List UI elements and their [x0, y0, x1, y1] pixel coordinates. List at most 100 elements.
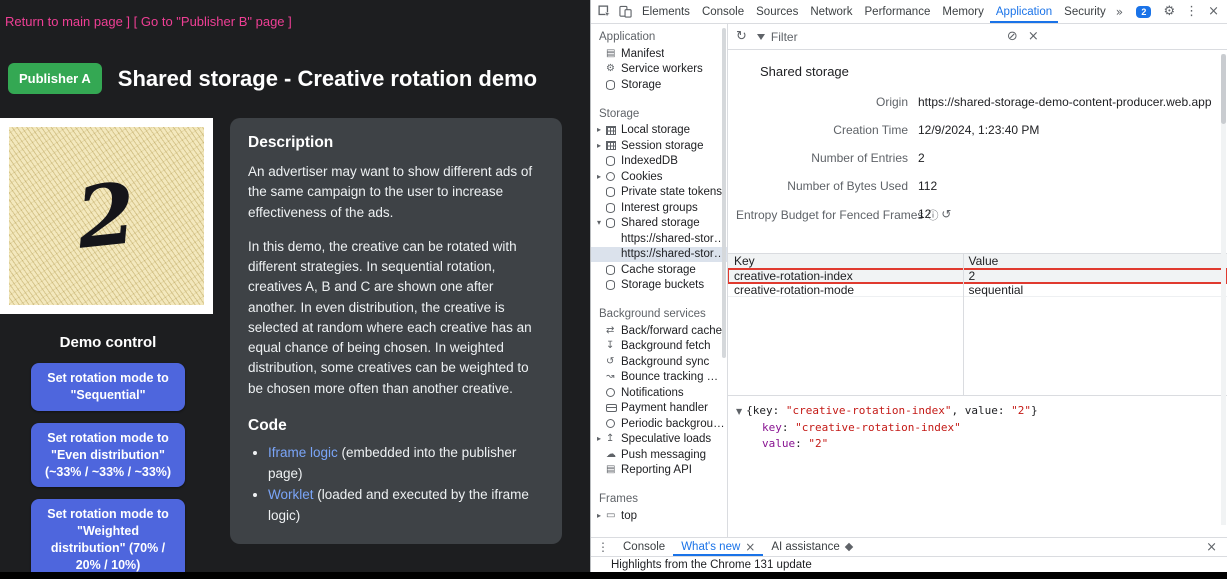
sidebar-item-background-sync[interactable]: ↺ Background sync: [591, 354, 727, 370]
tab-sources[interactable]: Sources: [750, 0, 804, 23]
expander-icon[interactable]: ▸: [597, 142, 606, 150]
sidebar-item-interest-groups[interactable]: Interest groups: [591, 200, 727, 216]
database-icon: [606, 187, 621, 197]
issues-count-badge[interactable]: 2: [1136, 6, 1151, 18]
drawer-tab-console[interactable]: Console: [615, 538, 673, 556]
column-header-value[interactable]: Value: [963, 254, 1227, 268]
iframe-logic-link[interactable]: Iframe logic: [268, 445, 338, 460]
sidebar-item-local-storage[interactable]: ▸ Local storage: [591, 123, 727, 139]
set-weighted-distribution-button[interactable]: Set rotation mode to "Weighted distribut…: [31, 499, 185, 572]
sidebar-item-payment-handler[interactable]: Payment handler: [591, 401, 727, 417]
sidebar-item-shared-storage[interactable]: ▾ Shared storage: [591, 216, 727, 232]
storage-items-table: Key Value creative-rotation-index 2 crea…: [728, 253, 1227, 395]
set-even-distribution-button[interactable]: Set rotation mode to "Even distribution"…: [31, 423, 185, 488]
sidebar-item-storage-buckets[interactable]: Storage buckets: [591, 278, 727, 294]
sidebar-scrollbar[interactable]: [722, 28, 726, 358]
database-icon: [606, 280, 621, 290]
table-header: Key Value: [728, 254, 1227, 269]
filter-input[interactable]: Filter: [757, 30, 997, 44]
expander-icon[interactable]: ▸: [597, 435, 606, 443]
sidebar-item-shared-storage-origin-1[interactable]: https://shared-storage...: [591, 231, 727, 247]
main-scrollbar[interactable]: [1221, 54, 1226, 525]
drawer-tab-ai-assistance[interactable]: AI assistance: [763, 538, 859, 556]
table-row[interactable]: creative-rotation-mode sequential: [728, 283, 1227, 297]
table-icon: [606, 126, 621, 135]
database-icon: [606, 218, 621, 228]
delete-all-icon[interactable]: ⊘: [1007, 30, 1018, 43]
tab-network[interactable]: Network: [804, 0, 858, 23]
filter-placeholder: Filter: [771, 30, 798, 44]
application-sidebar: Application ▤ Manifest ⚙ Service workers: [591, 24, 728, 537]
drawer-close-icon[interactable]: ×: [1202, 540, 1221, 555]
cloud-icon: ☁: [606, 450, 621, 460]
whats-new-close-icon[interactable]: ×: [745, 540, 755, 554]
sidebar-item-periodic-background-sync[interactable]: Periodic backgroun...: [591, 416, 727, 432]
sidebar-item-push-messaging[interactable]: ☁ Push messaging: [591, 447, 727, 463]
tree-expander-icon[interactable]: ▼: [736, 407, 742, 416]
tab-elements[interactable]: Elements: [636, 0, 696, 23]
sidebar-item-top-frame[interactable]: ▸ ▭ top: [591, 508, 727, 524]
devtools-tabbar: Elements Console Sources Network Perform…: [591, 0, 1227, 24]
sidebar-item-background-fetch[interactable]: ↧ Background fetch: [591, 339, 727, 355]
return-main-page-link[interactable]: Return to main page ]: [5, 14, 130, 29]
device-toolbar-icon[interactable]: [615, 0, 636, 23]
storage-item-preview: ▼{key: "creative-rotation-index", value:…: [728, 395, 1227, 460]
table-row[interactable]: creative-rotation-index 2: [728, 269, 1227, 283]
background-fetch-icon: ↧: [606, 341, 621, 351]
sidebar-item-service-workers[interactable]: ⚙ Service workers: [591, 62, 727, 78]
ad-creative[interactable]: 2: [9, 127, 204, 305]
sidebar-section-application: Application: [591, 26, 727, 46]
description-paragraph: In this demo, the creative can be rotate…: [248, 237, 544, 399]
shared-storage-pane: ↻ Filter ⊘ × Shared storage Origin https…: [728, 24, 1227, 537]
sidebar-item-cookies[interactable]: ▸ Cookies: [591, 169, 727, 185]
sidebar-item-cache-storage[interactable]: Cache storage: [591, 262, 727, 278]
inspect-icon[interactable]: [594, 0, 615, 23]
set-sequential-button[interactable]: Set rotation mode to "Sequential": [31, 363, 185, 411]
row-key: creative-rotation-mode: [728, 283, 963, 297]
window-bottom-edge: [0, 572, 1227, 579]
tab-performance[interactable]: Performance: [859, 0, 937, 23]
expander-icon[interactable]: ▸: [597, 512, 606, 520]
whats-new-panel: Highlights from the Chrome 131 update: [591, 556, 1227, 572]
shared-storage-content: Shared storage Origin https://shared-sto…: [728, 50, 1227, 537]
expander-icon[interactable]: ▸: [597, 173, 606, 181]
sidebar-item-back-forward-cache[interactable]: ⇄ Back/forward cache: [591, 323, 727, 339]
more-tabs-icon[interactable]: »: [1112, 5, 1127, 19]
reset-budget-icon[interactable]: ↺: [941, 207, 951, 221]
database-icon: [606, 265, 621, 275]
ai-assistance-icon: [845, 543, 853, 551]
list-item: Iframe logic (embedded into the publishe…: [268, 443, 544, 485]
sidebar-item-speculative-loads[interactable]: ▸ ↥ Speculative loads: [591, 432, 727, 448]
publisher-b-link[interactable]: [ Go to "Publisher B" page ]: [134, 14, 292, 29]
tab-application[interactable]: Application: [990, 0, 1058, 23]
worklet-link[interactable]: Worklet: [268, 487, 314, 502]
sidebar-item-bounce-tracking[interactable]: ↝ Bounce tracking miti...: [591, 370, 727, 386]
expander-icon[interactable]: ▾: [597, 219, 606, 227]
tab-console[interactable]: Console: [696, 0, 750, 23]
kebab-menu-icon[interactable]: ⋮: [1180, 4, 1203, 19]
sidebar-item-indexeddb[interactable]: IndexedDB: [591, 154, 727, 170]
sidebar-item-reporting-api[interactable]: ▤ Reporting API: [591, 463, 727, 479]
sidebar-item-manifest[interactable]: ▤ Manifest: [591, 46, 727, 62]
refresh-icon[interactable]: ↻: [736, 30, 747, 43]
tab-security[interactable]: Security: [1058, 0, 1112, 23]
sidebar-item-session-storage[interactable]: ▸ Session storage: [591, 138, 727, 154]
column-divider[interactable]: [963, 254, 964, 395]
sidebar-item-notifications[interactable]: Notifications: [591, 385, 727, 401]
entropy-budget-value: 12↺: [918, 207, 1217, 223]
expander-icon[interactable]: ▸: [597, 126, 606, 134]
field-label: Entropy Budget for Fenced Framesⓘ: [736, 207, 908, 223]
scrollbar-thumb[interactable]: [1221, 54, 1226, 124]
delete-selected-icon[interactable]: ×: [1028, 30, 1039, 43]
sidebar-item-private-state-tokens[interactable]: Private state tokens: [591, 185, 727, 201]
tab-memory[interactable]: Memory: [936, 0, 990, 23]
column-header-key[interactable]: Key: [728, 254, 963, 268]
drawer-tab-whats-new[interactable]: What's new×: [673, 538, 763, 556]
settings-gear-icon[interactable]: ⚙: [1158, 4, 1180, 19]
shared-storage-toolbar: ↻ Filter ⊘ ×: [728, 24, 1227, 50]
sidebar-item-shared-storage-origin-2[interactable]: https://shared-storage...: [591, 247, 727, 263]
description-paragraph: An advertiser may want to show different…: [248, 162, 544, 223]
drawer-menu-icon[interactable]: ⋮: [597, 540, 609, 554]
sidebar-item-storage[interactable]: Storage: [591, 77, 727, 93]
close-devtools-icon[interactable]: ×: [1203, 4, 1224, 19]
